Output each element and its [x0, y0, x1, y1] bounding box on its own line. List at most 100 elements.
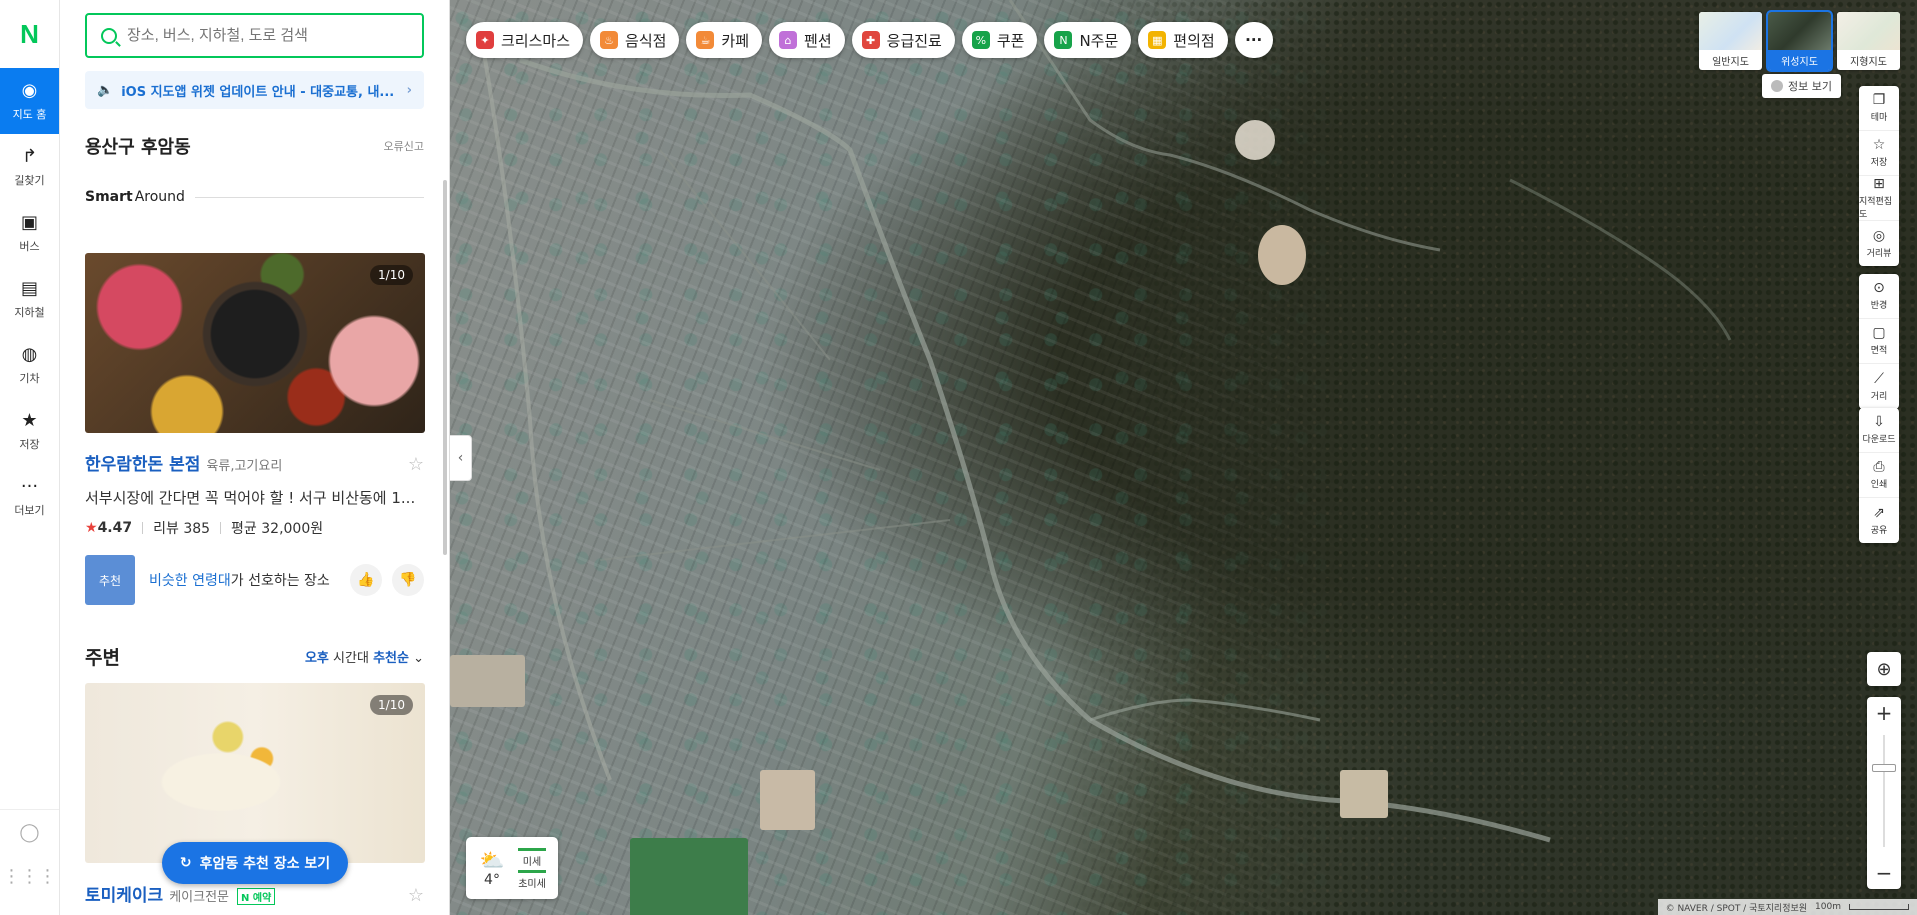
map-tool-button[interactable]: ⊙ 반경: [1859, 274, 1899, 319]
category-icon: %: [971, 31, 990, 49]
map-tool-button[interactable]: ⇗ 공유: [1859, 498, 1899, 543]
collapse-panel-button[interactable]: ‹: [450, 435, 472, 481]
nearby-sort[interactable]: 오후 시간대 추천순 ⌄: [305, 647, 424, 666]
average-price: 평균 32,000원: [231, 521, 324, 537]
left-nav-rail: N ◉ 지도 홈 ↱ 길찾기 ▣ 버스 ▤ 지하철 ◍ 기차 ★ 저장 ··· 더보기 ◯ ⋮⋮⋮: [0, 0, 60, 915]
chevron-down-icon: ⌄: [413, 651, 424, 666]
map-type-label: 위성지도: [1768, 50, 1831, 70]
map-type-option[interactable]: 위성지도: [1766, 10, 1833, 72]
map-type-option[interactable]: 일반지도: [1699, 12, 1762, 70]
map-tool-label: 공유: [1870, 525, 1888, 536]
map-type-label: 지형지도: [1850, 56, 1887, 68]
category-icon: ♨: [600, 31, 619, 49]
recommend-bar: 추천 비슷한 연령대가 선호하는 장소 👍 👎: [85, 555, 424, 605]
grid-menu-icon[interactable]: ⋮⋮⋮: [0, 854, 59, 898]
map-type-label: 일반지도: [1712, 56, 1749, 68]
category-chip[interactable]: ♨ 음식점: [590, 22, 680, 58]
download-icon: ⇩: [1873, 414, 1885, 430]
nav-item-label: 기차: [19, 371, 40, 385]
map-tool-button[interactable]: ⎙ 인쇄: [1859, 453, 1899, 498]
recommend-suffix: 가 선호하는 장소: [230, 573, 330, 589]
map-tool-button[interactable]: ⇩ 다운로드: [1859, 408, 1899, 453]
map-type-thumbnail: [1699, 12, 1762, 50]
place-category: 케이크전문: [169, 890, 230, 905]
zoom-in-button[interactable]: +: [1867, 697, 1901, 729]
search-input[interactable]: [127, 27, 407, 44]
map-tool-label: 면적: [1870, 346, 1888, 356]
zoom-control: + −: [1867, 697, 1901, 889]
place-photo[interactable]: 1/10: [85, 253, 425, 433]
recommend-tag: 추천: [85, 555, 135, 605]
save-star-icon[interactable]: ☆: [408, 454, 424, 475]
nav-item-6[interactable]: ··· 더보기: [0, 464, 59, 530]
update-notice[interactable]: 🔈 iOS 지도앱 위젯 업데이트 안내 - 대중교통, 내... ›: [85, 71, 424, 109]
search-box[interactable]: [85, 13, 424, 58]
my-location-button[interactable]: ⊕: [1867, 652, 1901, 686]
nav-item-label: 버스: [19, 239, 40, 253]
zoom-out-button[interactable]: −: [1867, 857, 1901, 889]
naver-logo[interactable]: N: [0, 0, 59, 68]
thumbs-up-icon[interactable]: 👍: [350, 564, 382, 596]
nav-item-1[interactable]: ↱ 길찾기: [0, 134, 59, 200]
side-panel: 🔈 iOS 지도앱 위젯 업데이트 안내 - 대중교통, 내... › 용산구 …: [60, 0, 450, 915]
divider: [220, 522, 222, 534]
sports-field: [630, 838, 748, 915]
nav-item-3[interactable]: ▤ 지하철: [0, 266, 59, 332]
place-meta: ★4.47 리뷰 385 평균 32,000원: [85, 518, 424, 538]
scrollbar[interactable]: [443, 180, 447, 555]
place-description: 서부시장에 간다면 꼭 먹어야 할 ! 서구 비산동에 1...: [85, 489, 416, 507]
directions-icon: ↱: [21, 145, 38, 167]
map-type-option[interactable]: 지형지도: [1837, 12, 1900, 70]
photo-counter: 1/10: [370, 695, 413, 715]
recommend-places-button[interactable]: ↻ 후암동 추천 장소 보기: [162, 842, 348, 884]
map-pin-icon: ◉: [21, 79, 38, 101]
nav-item-4[interactable]: ◍ 기차: [0, 332, 59, 398]
category-chip[interactable]: ▦ 편의점: [1138, 22, 1228, 58]
radius-icon: ⊙: [1873, 280, 1885, 296]
info-toggle[interactable]: 정보 보기: [1762, 74, 1841, 98]
category-chip[interactable]: % 쿠폰: [961, 22, 1038, 58]
map-tool-label: 지적편집도: [1859, 196, 1893, 220]
map-tool-button[interactable]: ▢ 면적: [1859, 319, 1899, 364]
more-categories-button[interactable]: ···: [1234, 22, 1273, 58]
nearby-time: 오후: [304, 651, 329, 666]
map-tool-button[interactable]: ❐ 테마: [1859, 86, 1899, 131]
map-tool-button[interactable]: ☆ 저장: [1859, 131, 1899, 176]
nav-item-5[interactable]: ★ 저장: [0, 398, 59, 464]
category-icon: N: [1054, 31, 1073, 49]
nav-item-0[interactable]: ◉ 지도 홈: [0, 68, 59, 134]
place-name[interactable]: 한우람한돈 본점: [85, 450, 200, 475]
weather-widget[interactable]: ⛅ 4° 미세 초미세: [466, 837, 558, 899]
map-type-thumbnail: [1837, 12, 1900, 50]
user-icon[interactable]: ◯: [0, 810, 59, 854]
tool-group-map: ❐ 테마 ☆ 저장 ⊞ 지적편집도 ◎ 거리뷰: [1859, 86, 1899, 266]
map-tool-label: 테마: [1870, 113, 1888, 123]
zoom-track[interactable]: [1883, 735, 1885, 847]
nav-item-label: 더보기: [14, 503, 45, 517]
zoom-handle[interactable]: [1872, 764, 1896, 772]
category-chip[interactable]: ☕ 카페: [686, 22, 763, 58]
nav-item-label: 지도 홈: [12, 107, 47, 121]
map-tool-button[interactable]: ◎ 거리뷰: [1859, 221, 1899, 266]
save-star-icon[interactable]: ☆: [408, 885, 424, 906]
category-chip[interactable]: ✚ 응급진료: [851, 22, 955, 58]
landmark-tower: [1235, 120, 1275, 160]
category-chip[interactable]: ✦ 크리스마스: [466, 22, 584, 58]
map-tool-button[interactable]: ⟋ 거리: [1859, 364, 1899, 409]
thumbs-down-icon[interactable]: 👎: [392, 564, 424, 596]
category-icon: ▦: [1148, 31, 1167, 49]
chip-label: 음식점: [625, 31, 667, 50]
nav-item-2[interactable]: ▣ 버스: [0, 200, 59, 266]
report-error-link[interactable]: 오류신고: [384, 138, 424, 154]
place-photo[interactable]: 1/10: [85, 683, 425, 863]
category-icon: ⌂: [779, 31, 798, 49]
speaker-icon: 🔈: [97, 82, 114, 98]
satellite-map[interactable]: [450, 0, 1917, 915]
location-row: 용산구 후암동 오류신고: [85, 133, 424, 159]
category-chip[interactable]: ⌂ 펜션: [769, 22, 845, 58]
map-tool-label: 반경: [1870, 301, 1888, 311]
place-name[interactable]: 토미케이크: [85, 881, 163, 906]
map-tool-button[interactable]: ⊞ 지적편집도: [1859, 176, 1899, 221]
weather-main: ⛅ 4°: [474, 848, 510, 888]
category-chip[interactable]: N N주문: [1044, 22, 1132, 58]
